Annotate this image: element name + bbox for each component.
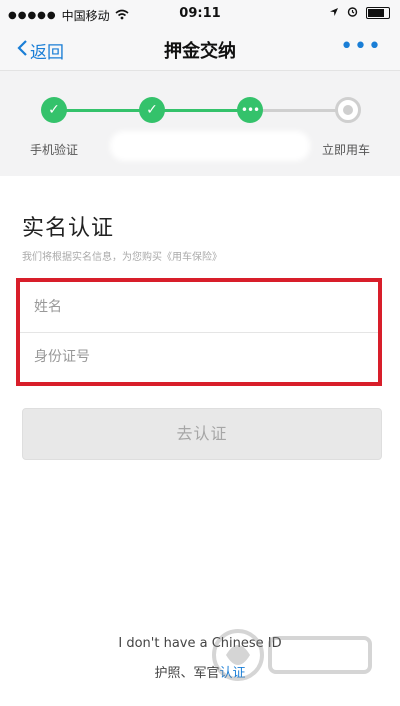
step-4-pending-icon [335, 97, 361, 123]
id-row [20, 332, 378, 382]
battery-icon [366, 7, 390, 19]
step-connector-3 [250, 109, 348, 112]
progress-steps: ✓ ✓ ••• 手机验证 立即用车 [0, 71, 400, 176]
step-3-current-icon: ••• [237, 97, 263, 123]
section-title: 实名认证 [22, 216, 115, 241]
id-number-input[interactable] [20, 332, 378, 382]
identity-form [16, 278, 382, 386]
name-row [20, 282, 378, 333]
more-options-button[interactable]: ••• [340, 34, 382, 59]
step-1-label: 手机验证 [30, 143, 79, 157]
step-2-check-icon: ✓ [139, 97, 165, 123]
step-1-check-icon: ✓ [41, 97, 67, 123]
watermark-logo [208, 620, 378, 690]
alarm-icon [347, 6, 358, 20]
step-4-label: 立即用车 [322, 143, 371, 157]
step-connector-1 [54, 109, 152, 112]
status-right [329, 6, 390, 20]
redacted-area [110, 131, 310, 161]
section-subtitle: 我们将根据实名信息，为您购买《用车保险》 [22, 252, 222, 263]
step-connector-2 [152, 109, 250, 112]
verify-button[interactable]: 去认证 [22, 408, 382, 460]
location-icon [329, 6, 339, 20]
nav-bar: 返回 押金交纳 ••• [0, 28, 400, 71]
name-input[interactable] [20, 282, 378, 332]
status-bar: ●●●●● 中国移动 09:11 [0, 0, 400, 28]
